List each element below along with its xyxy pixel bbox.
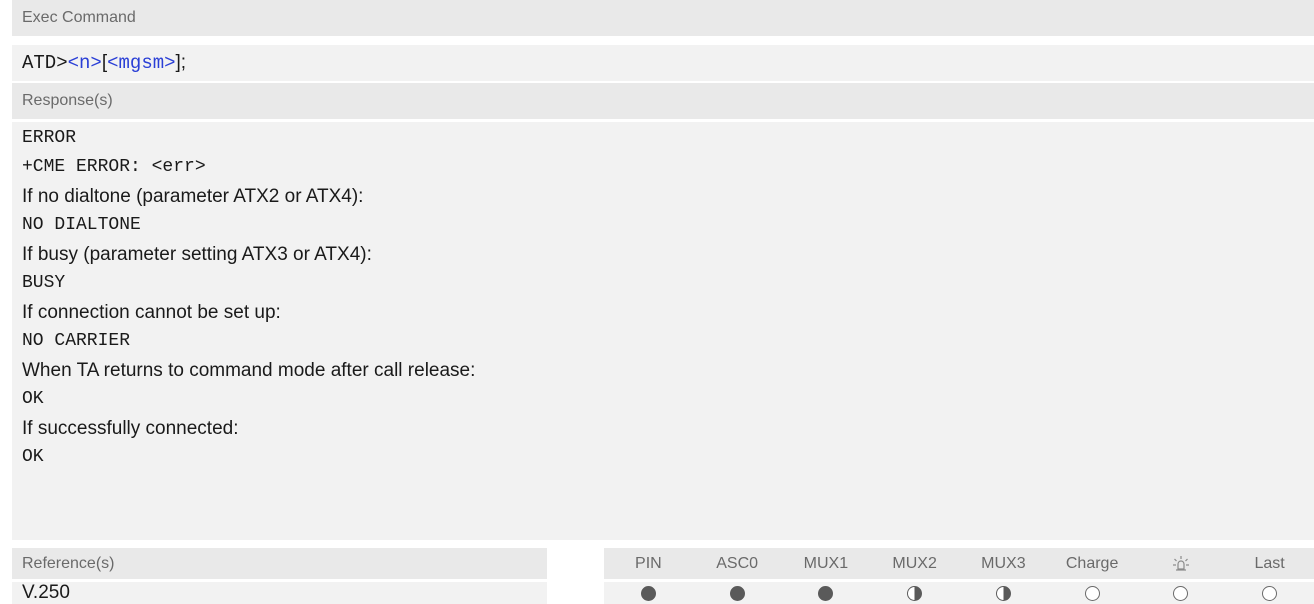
close-bracket: ]; <box>175 52 187 73</box>
column-label-asc0: ASC0 <box>716 555 759 572</box>
status-dot-empty <box>1084 585 1100 601</box>
status-cell <box>959 582 1048 604</box>
reference-header: Reference(s) <box>12 548 547 579</box>
status-dot-empty <box>1262 585 1278 601</box>
exec-command-header: Exec Command <box>12 0 1314 36</box>
status-cell <box>604 582 693 604</box>
response-line: If successfully connected: <box>22 418 239 439</box>
alarm-sun-icon <box>1137 548 1226 579</box>
status-dot-half <box>907 585 923 601</box>
param-mgsm-link[interactable]: <mgsm> <box>107 52 175 74</box>
response-line: If no dialtone (parameter ATX2 or ATX4): <box>22 186 364 207</box>
reference-text: V.250 <box>22 582 70 603</box>
response-label: Response(s) <box>22 92 113 109</box>
status-dot-full <box>729 585 745 601</box>
exec-command-syntax: ATD><n>[<mgsm>]; <box>12 45 1314 81</box>
column-label-last: Last <box>1254 555 1285 572</box>
response-header: Response(s) <box>12 83 1314 119</box>
interface-status-row <box>604 582 1314 604</box>
status-cell <box>1137 582 1226 604</box>
column-label-mux1: MUX1 <box>803 555 849 572</box>
response-line: ERROR <box>22 128 77 148</box>
response-line: If connection cannot be set up: <box>22 302 281 323</box>
column-label-pin: PIN <box>635 555 662 572</box>
response-line: NO DIALTONE <box>22 215 141 235</box>
interface-columns-header: PIN ASC0 MUX1 MUX2 MUX3 Charge Last <box>604 548 1314 579</box>
column-label-mux2: MUX2 <box>892 555 937 572</box>
status-dot-full <box>640 585 656 601</box>
response-line: If busy (parameter setting ATX3 or ATX4)… <box>22 244 372 265</box>
status-cell <box>693 582 782 604</box>
status-dot-half <box>995 585 1011 601</box>
response-line: +CME ERROR: <err> <box>22 157 206 177</box>
cmd-prefix: ATD> <box>22 52 68 74</box>
response-line: OK <box>22 389 44 409</box>
status-dot-full <box>818 585 834 601</box>
reference-value: V.250 <box>12 582 547 604</box>
status-cell <box>1225 582 1314 604</box>
exec-command-label: Exec Command <box>22 9 136 26</box>
response-line: NO CARRIER <box>22 331 131 351</box>
response-list: ERROR +CME ERROR: <err> If no dialtone (… <box>12 122 1314 540</box>
response-line: When TA returns to command mode after ca… <box>22 360 476 381</box>
reference-label: Reference(s) <box>22 555 115 572</box>
status-cell <box>782 582 871 604</box>
status-cell <box>870 582 959 604</box>
column-label-charge: Charge <box>1065 555 1119 572</box>
response-line: OK <box>22 447 44 467</box>
column-label-mux3: MUX3 <box>981 555 1026 572</box>
status-cell <box>1048 582 1137 604</box>
status-dot-empty <box>1173 585 1189 601</box>
response-line: BUSY <box>22 273 66 293</box>
param-n-link[interactable]: <n> <box>68 52 102 74</box>
